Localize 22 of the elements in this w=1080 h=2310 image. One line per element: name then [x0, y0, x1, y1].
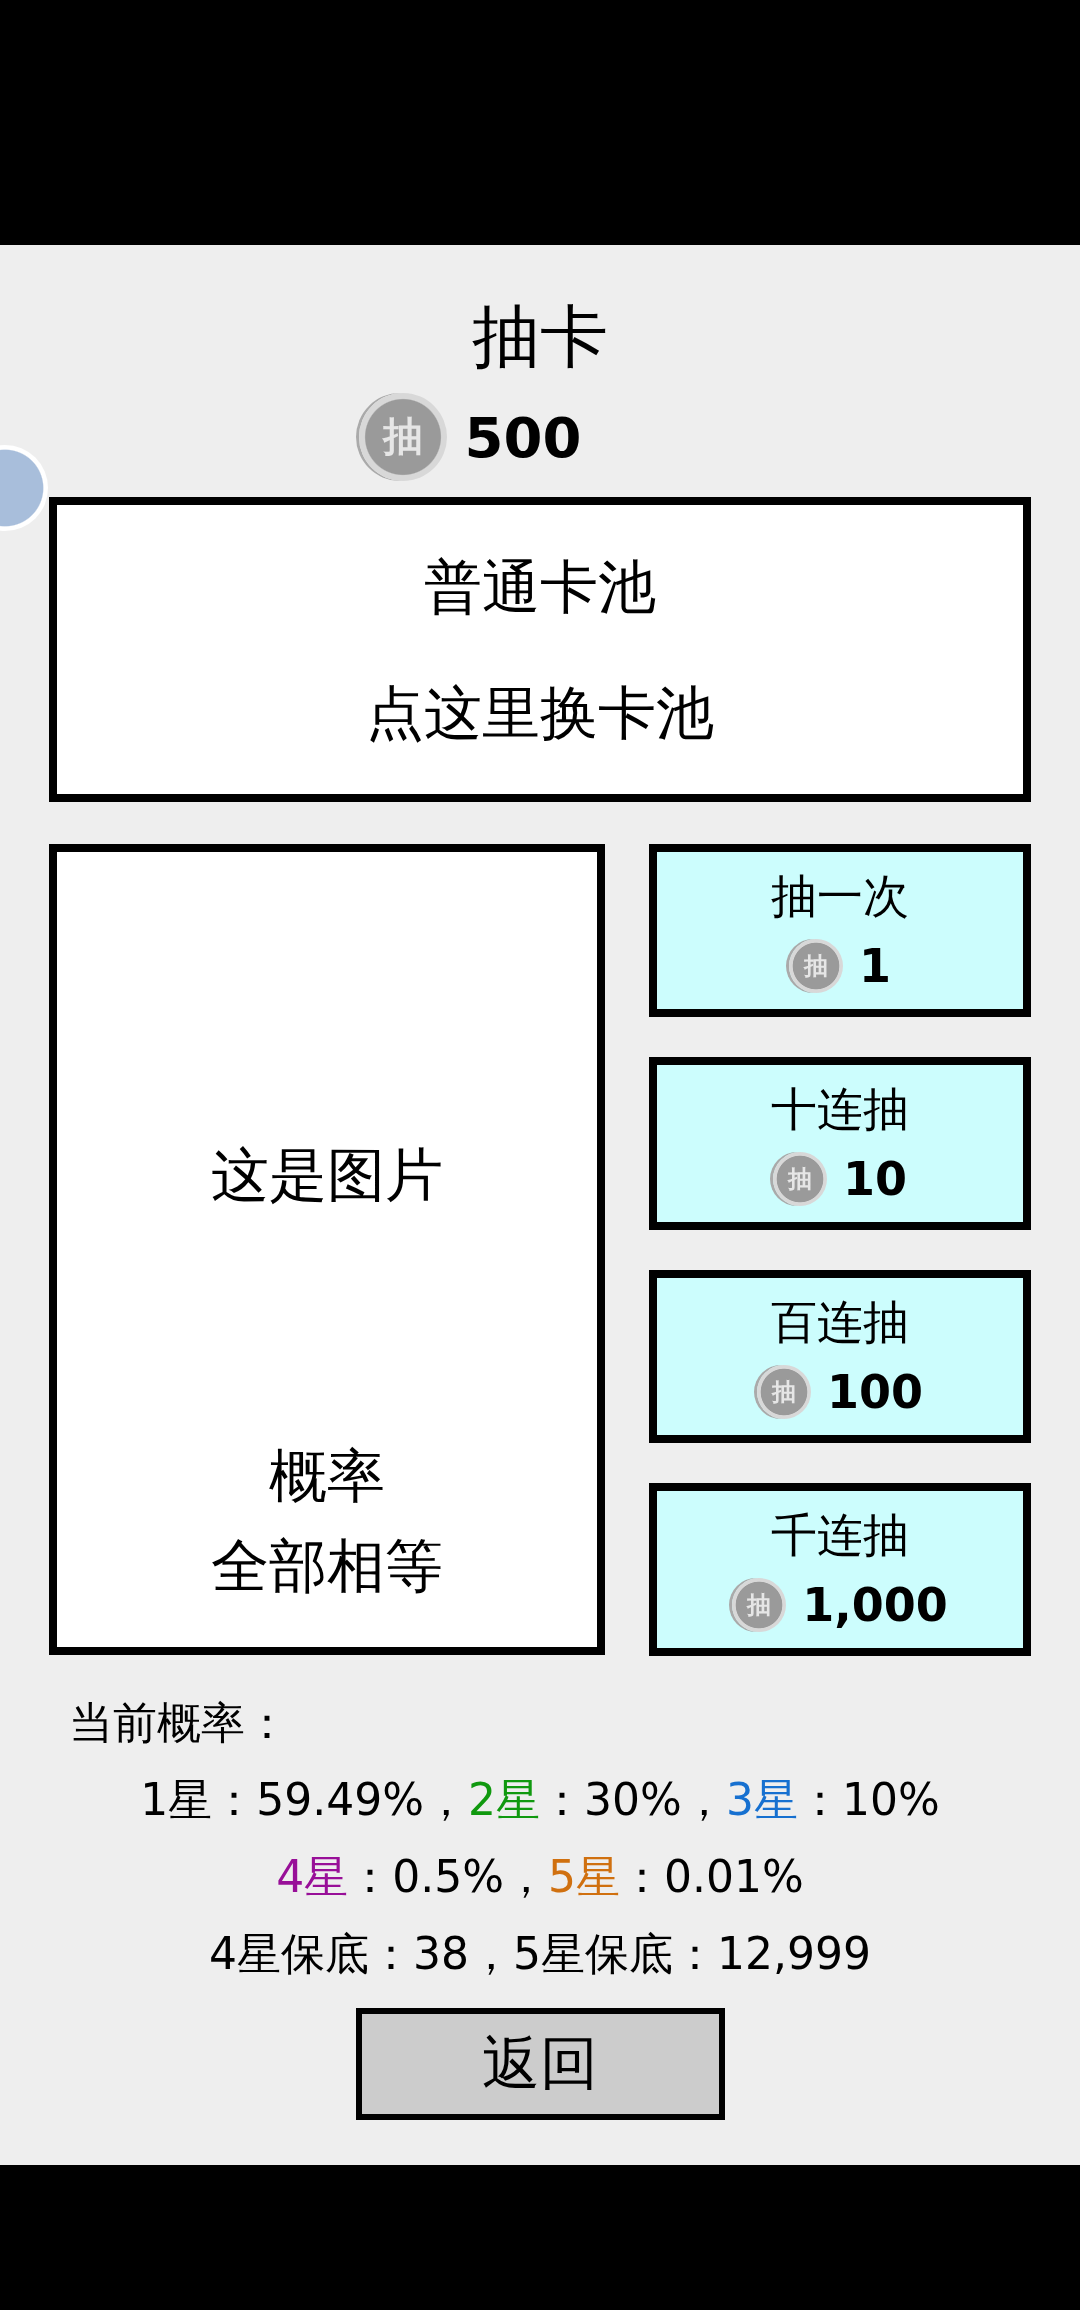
- rate-line: 4星：0.5%，5星：0.01%: [276, 1850, 804, 1904]
- pool-selector[interactable]: 普通卡池 点这里换卡池: [49, 497, 1031, 802]
- coin-icon: 抽: [773, 1151, 827, 1206]
- coin-icon: 抽: [757, 1364, 811, 1419]
- coin-icon: 抽: [358, 393, 447, 481]
- probability-note: 概率: [269, 1441, 385, 1512]
- rate-line: 4星保底：38，5星保底：12,999: [209, 1927, 871, 1981]
- rates-heading: 当前概率：: [68, 1696, 289, 1750]
- image-placeholder-text: 这是图片: [211, 1140, 443, 1211]
- coin-icon: 抽: [732, 1577, 787, 1632]
- coin-icon: 抽: [789, 938, 843, 993]
- rate-line: 1星：59.49%，2星：30%，3星：10%: [140, 1773, 940, 1827]
- back-button[interactable]: 返回: [355, 2008, 725, 2120]
- draw-button[interactable]: 百连抽 抽 100: [649, 1270, 1031, 1443]
- pool-name: 普通卡池: [424, 551, 656, 623]
- pool-hint: 点这里换卡池: [366, 677, 714, 749]
- draw-button[interactable]: 抽一次 抽 1: [649, 844, 1031, 1017]
- draw-button[interactable]: 十连抽 抽 10: [649, 1057, 1031, 1230]
- probability-note: 全部相等: [211, 1531, 443, 1602]
- coin-balance: 500: [464, 404, 582, 470]
- page-title: 抽卡: [472, 296, 608, 378]
- draw-button[interactable]: 千连抽 抽 1,000: [649, 1483, 1031, 1656]
